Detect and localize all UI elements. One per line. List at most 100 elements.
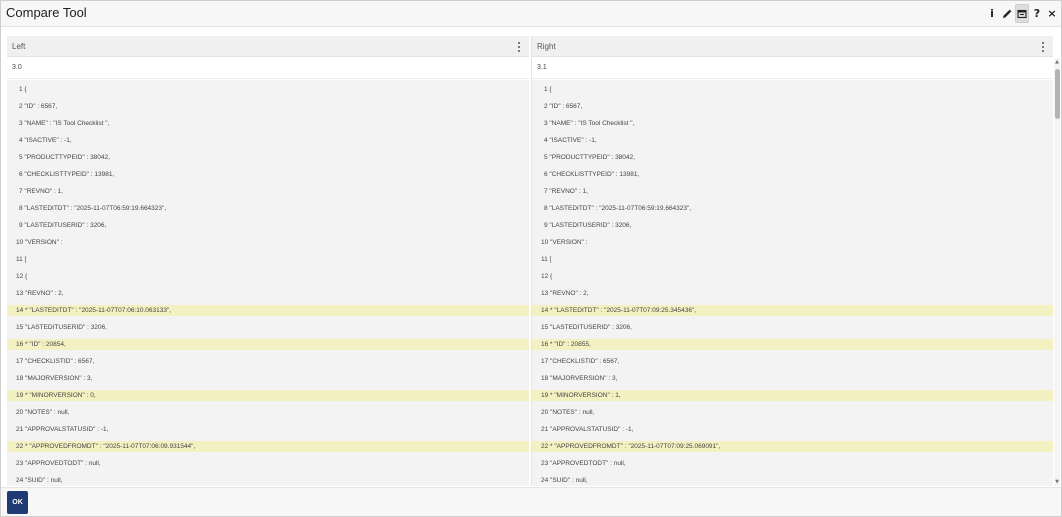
code-line: 6 "CHECKLISTTYPEID" : 13981, bbox=[7, 169, 529, 180]
code-line-text: 6 "CHECKLISTTYPEID" : 13981, bbox=[19, 171, 115, 178]
code-line: 3 "NAME" : "IS Tool Checklist ", bbox=[7, 118, 529, 129]
code-line: 2 "ID" : 6567, bbox=[7, 101, 529, 112]
code-line: 15 "LASTEDITUSERID" : 3206, bbox=[532, 322, 1053, 333]
diff-line: 19 * "MINORVERSION" : 0, bbox=[7, 390, 529, 401]
code-line: 6 "CHECKLISTTYPEID" : 13981, bbox=[532, 169, 1053, 180]
code-line: 21 "APPROVALSTATUSID" : -1, bbox=[7, 424, 529, 435]
code-line-text: 14 * "LASTEDITDT" : "2025-11-07T07:09:25… bbox=[541, 307, 697, 314]
window-icon[interactable] bbox=[1015, 4, 1029, 23]
code-line-text: 3 "NAME" : "IS Tool Checklist ", bbox=[544, 120, 635, 127]
code-line: 12 { bbox=[7, 271, 529, 282]
right-menu-icon[interactable] bbox=[1039, 39, 1047, 54]
code-line-text: 2 "ID" : 6567, bbox=[19, 103, 58, 110]
code-line-text: 15 "LASTEDITUSERID" : 3206, bbox=[541, 324, 632, 331]
code-line-text: 1 { bbox=[544, 86, 552, 93]
left-version-row: 3.0 bbox=[7, 58, 529, 79]
compare-tool-window: Compare Tool i ? × Left 3.0 1 { 2 "ID" : … bbox=[0, 0, 1062, 517]
code-line: 9 "LASTEDITUSERID" : 3206, bbox=[532, 220, 1053, 231]
right-code-view: 1 { 2 "ID" : 6567, 3 "NAME" : "IS Tool Che… bbox=[532, 80, 1053, 486]
right-panel-title: Right bbox=[537, 42, 556, 51]
left-menu-icon[interactable] bbox=[515, 39, 523, 54]
code-line: 1 { bbox=[532, 84, 1053, 95]
help-icon[interactable]: ? bbox=[1030, 4, 1044, 23]
ok-button[interactable]: OK bbox=[7, 491, 28, 514]
code-line-text: 21 "APPROVALSTATUSID" : -1, bbox=[541, 426, 634, 433]
code-line: 21 "APPROVALSTATUSID" : -1, bbox=[532, 424, 1053, 435]
title-bar: Compare Tool i ? × bbox=[1, 1, 1061, 27]
code-line-text: 15 "LASTEDITUSERID" : 3206, bbox=[16, 324, 107, 331]
code-line: 23 "APPROVEDTODT" : null, bbox=[532, 458, 1053, 469]
code-line-text: 18 "MAJORVERSION" : 3, bbox=[16, 375, 93, 382]
diff-line: 22 * "APPROVEDFROMDT" : "2025-11-07T07:0… bbox=[7, 441, 529, 452]
code-line-text: 22 * "APPROVEDFROMDT" : "2025-11-07T07:0… bbox=[16, 443, 196, 450]
code-line: 20 "NOTES" : null, bbox=[532, 407, 1053, 418]
code-line-text: 2 "ID" : 6567, bbox=[544, 103, 583, 110]
diff-line: 16 * "ID" : 20855, bbox=[532, 339, 1053, 350]
code-line: 8 "LASTEDITDT" : "2025-11-07T06:59:19.66… bbox=[7, 203, 529, 214]
code-line-text: 8 "LASTEDITDT" : "2025-11-07T06:59:19.66… bbox=[544, 205, 692, 212]
code-line-text: 22 * "APPROVEDFROMDT" : "2025-11-07T07:0… bbox=[541, 443, 721, 450]
code-line-text: 23 "APPROVEDTODT" : null, bbox=[541, 460, 626, 467]
code-line-text: 17 "CHECKLISTID" : 6567, bbox=[541, 358, 620, 365]
code-line-text: 4 "ISACTIVE" : -1, bbox=[544, 137, 597, 144]
code-line: 4 "ISACTIVE" : -1, bbox=[532, 135, 1053, 146]
scroll-down-icon[interactable]: ▼ bbox=[1054, 479, 1060, 485]
code-line-text: 11 [ bbox=[541, 256, 552, 263]
code-line-text: 13 "REVNO" : 2, bbox=[16, 290, 64, 297]
vertical-scrollbar[interactable]: ▲ ▼ bbox=[1054, 58, 1060, 486]
diff-line: 16 * "ID" : 20854, bbox=[7, 339, 529, 350]
code-line: 3 "NAME" : "IS Tool Checklist ", bbox=[532, 118, 1053, 129]
code-line-text: 10 "VERSION" : bbox=[541, 239, 588, 246]
info-icon[interactable]: i bbox=[985, 4, 999, 23]
right-panel-header: Right bbox=[532, 36, 1053, 57]
code-line-text: 9 "LASTEDITUSERID" : 3206, bbox=[19, 222, 107, 229]
code-line-text: 24 "SUID" : null, bbox=[541, 477, 588, 484]
diff-line: 22 * "APPROVEDFROMDT" : "2025-11-07T07:0… bbox=[532, 441, 1053, 452]
code-line-text: 5 "PRODUCTTYPEID" : 38042, bbox=[544, 154, 635, 161]
window-title: Compare Tool bbox=[6, 5, 87, 20]
left-version: 3.0 bbox=[12, 64, 22, 71]
code-line: 18 "MAJORVERSION" : 3, bbox=[7, 373, 529, 384]
close-icon[interactable]: × bbox=[1045, 4, 1059, 23]
code-line-text: 21 "APPROVALSTATUSID" : -1, bbox=[16, 426, 109, 433]
code-line-text: 14 * "LASTEDITDT" : "2025-11-07T07:06:10… bbox=[16, 307, 172, 314]
code-line: 8 "LASTEDITDT" : "2025-11-07T06:59:19.66… bbox=[532, 203, 1053, 214]
code-line: 10 "VERSION" : bbox=[532, 237, 1053, 248]
diff-line: 14 * "LASTEDITDT" : "2025-11-07T07:06:10… bbox=[7, 305, 529, 316]
code-line-text: 17 "CHECKLISTID" : 6567, bbox=[16, 358, 95, 365]
diff-line: 19 * "MINORVERSION" : 1, bbox=[532, 390, 1053, 401]
code-line: 24 "SUID" : null, bbox=[532, 475, 1053, 486]
code-line: 9 "LASTEDITUSERID" : 3206, bbox=[7, 220, 529, 231]
code-line: 7 "REVNO" : 1, bbox=[532, 186, 1053, 197]
code-line: 13 "REVNO" : 2, bbox=[532, 288, 1053, 299]
pencil-icon[interactable] bbox=[1000, 4, 1014, 23]
left-panel: Left 3.0 1 { 2 "ID" : 6567, 3 "NAME" : "IS… bbox=[7, 36, 529, 486]
code-line: 17 "CHECKLISTID" : 6567, bbox=[532, 356, 1053, 367]
right-version: 3.1 bbox=[537, 64, 547, 71]
code-line-text: 13 "REVNO" : 2, bbox=[541, 290, 589, 297]
code-line: 12 { bbox=[532, 271, 1053, 282]
code-line-text: 16 * "ID" : 20855, bbox=[541, 341, 591, 348]
diff-line: 14 * "LASTEDITDT" : "2025-11-07T07:09:25… bbox=[532, 305, 1053, 316]
left-code-view: 1 { 2 "ID" : 6567, 3 "NAME" : "IS Tool Che… bbox=[7, 80, 529, 486]
code-line: 4 "ISACTIVE" : -1, bbox=[7, 135, 529, 146]
code-line-text: 10 "VERSION" : bbox=[16, 239, 63, 246]
scroll-up-icon[interactable]: ▲ bbox=[1054, 59, 1060, 65]
code-line: 5 "PRODUCTTYPEID" : 38042, bbox=[7, 152, 529, 163]
code-line: 7 "REVNO" : 1, bbox=[7, 186, 529, 197]
code-line: 15 "LASTEDITUSERID" : 3206, bbox=[7, 322, 529, 333]
code-line-text: 19 * "MINORVERSION" : 1, bbox=[541, 392, 621, 399]
code-line-text: 16 * "ID" : 20854, bbox=[16, 341, 66, 348]
code-line-text: 20 "NOTES" : null, bbox=[541, 409, 595, 416]
code-line: 23 "APPROVEDTODT" : null, bbox=[7, 458, 529, 469]
code-line-text: 24 "SUID" : null, bbox=[16, 477, 63, 484]
left-panel-header: Left bbox=[7, 36, 529, 57]
code-line-text: 9 "LASTEDITUSERID" : 3206, bbox=[544, 222, 632, 229]
code-line-text: 3 "NAME" : "IS Tool Checklist ", bbox=[19, 120, 110, 127]
code-line-text: 6 "CHECKLISTTYPEID" : 13981, bbox=[544, 171, 640, 178]
scrollbar-thumb[interactable] bbox=[1054, 69, 1060, 119]
code-line: 1 { bbox=[7, 84, 529, 95]
code-line-text: 1 { bbox=[19, 86, 27, 93]
code-line: 13 "REVNO" : 2, bbox=[7, 288, 529, 299]
footer: OK bbox=[1, 487, 1061, 516]
